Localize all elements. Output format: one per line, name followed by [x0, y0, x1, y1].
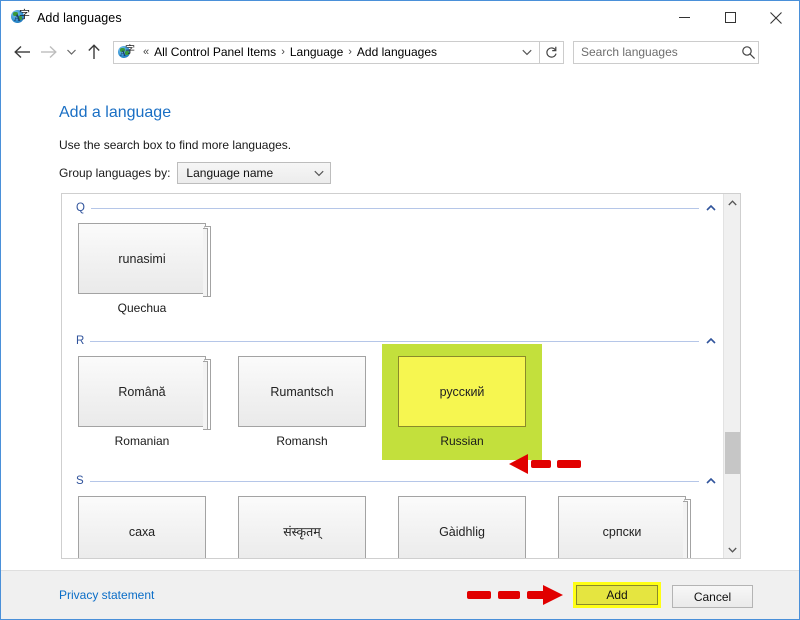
refresh-icon[interactable]: [540, 41, 564, 64]
search-box[interactable]: [573, 41, 759, 64]
chevron-down-icon[interactable]: [522, 49, 532, 56]
group-divider: [90, 481, 699, 482]
forward-arrow-icon[interactable]: [35, 37, 61, 67]
language-tile-romanian[interactable]: Română Romanian: [62, 356, 222, 448]
minimize-icon[interactable]: [661, 1, 707, 34]
breadcrumb-separator: ›: [281, 46, 285, 58]
search-icon[interactable]: [741, 45, 756, 60]
tile-native-name: Română: [118, 385, 165, 399]
language-tile-sakha[interactable]: саха: [62, 496, 222, 558]
tile-face: Rumantsch: [238, 356, 366, 427]
group-by-label: Group languages by:: [59, 166, 170, 180]
breadcrumb-item-add-languages[interactable]: Add languages: [357, 45, 437, 59]
chevron-up-icon[interactable]: [699, 205, 723, 211]
privacy-statement-link[interactable]: Privacy statement: [59, 588, 154, 602]
breadcrumb-item-all-control-panel-items[interactable]: All Control Panel Items: [154, 45, 276, 59]
back-arrow-icon[interactable]: [9, 37, 35, 67]
group-letter: Q: [76, 203, 85, 214]
tile-english-label: Romanian: [62, 434, 222, 448]
tile-face: српски: [558, 496, 686, 558]
scroll-up-icon[interactable]: [724, 194, 741, 211]
red-dashed-arrow-left: [509, 453, 581, 475]
language-list-box[interactable]: Q runasimi Quechua: [61, 193, 741, 559]
tile-face: संस्कृतम्: [238, 496, 366, 558]
language-group-q: Q runasimi Quechua: [62, 198, 723, 323]
maximize-icon[interactable]: [707, 1, 753, 34]
language-group-s: S саха स: [62, 471, 723, 558]
tile-native-name: Rumantsch: [270, 385, 333, 399]
close-icon[interactable]: [753, 1, 799, 34]
tile-english-label: Quechua: [62, 301, 222, 315]
language-tile-russian[interactable]: русский Russian: [382, 344, 542, 460]
language-tile-scottish-gaelic[interactable]: Gàidhlig: [382, 496, 542, 558]
chevron-up-icon[interactable]: [699, 338, 723, 344]
group-languages-row: Group languages by: Language name: [59, 162, 331, 184]
breadcrumb-overflow[interactable]: «: [143, 46, 149, 58]
language-list-inner: Q runasimi Quechua: [62, 194, 723, 558]
page-title: Add a language: [59, 104, 171, 122]
tile-native-name: русский: [440, 385, 485, 399]
tile-native-name: саха: [129, 525, 155, 539]
group-by-value: Language name: [186, 166, 273, 180]
tile-face: Gàidhlig: [398, 496, 526, 558]
add-button-highlight: Add: [573, 582, 661, 608]
window-title: Add languages: [37, 11, 122, 25]
page-subtitle: Use the search box to find more language…: [59, 138, 291, 152]
tile-face: саха: [78, 496, 206, 558]
title-bar: A 字 Add languages: [1, 1, 799, 34]
group-header[interactable]: S: [62, 471, 723, 491]
chevron-up-icon[interactable]: [699, 478, 723, 484]
chevron-down-icon: [314, 166, 324, 180]
tile-face: Română: [78, 356, 206, 427]
tile-row: Română Romanian Rumantsch Romansh: [62, 356, 723, 456]
list-scrollbar[interactable]: [723, 194, 740, 558]
tile-row: саха संस्कृतम् Gàidhlig: [62, 496, 723, 558]
tile-face: русский: [398, 356, 526, 427]
red-dashed-arrow-right: [467, 585, 563, 605]
group-by-dropdown[interactable]: Language name: [177, 162, 331, 184]
language-tile-quechua[interactable]: runasimi Quechua: [62, 223, 222, 315]
navigation-bar: A 字 « All Control Panel Items › Language…: [1, 34, 799, 70]
tile-native-name: runasimi: [118, 252, 165, 266]
tile-row: runasimi Quechua: [62, 223, 723, 323]
breadcrumb-item-language[interactable]: Language: [290, 45, 343, 59]
address-bar[interactable]: A 字 « All Control Panel Items › Language…: [113, 41, 540, 64]
group-divider: [90, 341, 699, 342]
breadcrumb-separator: ›: [348, 46, 352, 58]
dialog-footer: Privacy statement Add Cancel: [1, 570, 799, 619]
group-letter: S: [76, 476, 84, 487]
content-area: Add a language Use the search box to fin…: [1, 70, 799, 570]
language-group-r: R Română Romanian: [62, 331, 723, 456]
language-tile-serbian[interactable]: српски: [542, 496, 702, 558]
language-tile-romansh[interactable]: Rumantsch Romansh: [222, 356, 382, 448]
address-language-globe-icon: A 字: [118, 44, 134, 60]
up-arrow-icon[interactable]: [81, 37, 107, 67]
tile-native-name: српски: [603, 525, 642, 539]
group-divider: [91, 208, 699, 209]
tile-english-label: Russian: [382, 434, 542, 448]
add-languages-window: A 字 Add languages: [0, 0, 800, 620]
add-button[interactable]: Add: [576, 585, 658, 605]
language-tile-sanskrit[interactable]: संस्कृतम्: [222, 496, 382, 558]
tile-native-name: Gàidhlig: [439, 525, 485, 539]
window-controls: [661, 1, 799, 34]
recent-locations-chevron-icon[interactable]: [61, 37, 81, 67]
cancel-button[interactable]: Cancel: [672, 585, 753, 608]
group-letter: R: [76, 336, 84, 347]
language-globe-icon: A 字: [11, 9, 28, 26]
scrollbar-thumb[interactable]: [725, 432, 740, 474]
scroll-down-icon[interactable]: [724, 541, 741, 558]
tile-face: runasimi: [78, 223, 206, 294]
group-header[interactable]: Q: [62, 198, 723, 218]
tile-native-name: संस्कृतम्: [283, 523, 321, 540]
tile-english-label: Romansh: [222, 434, 382, 448]
search-input[interactable]: [581, 45, 739, 59]
